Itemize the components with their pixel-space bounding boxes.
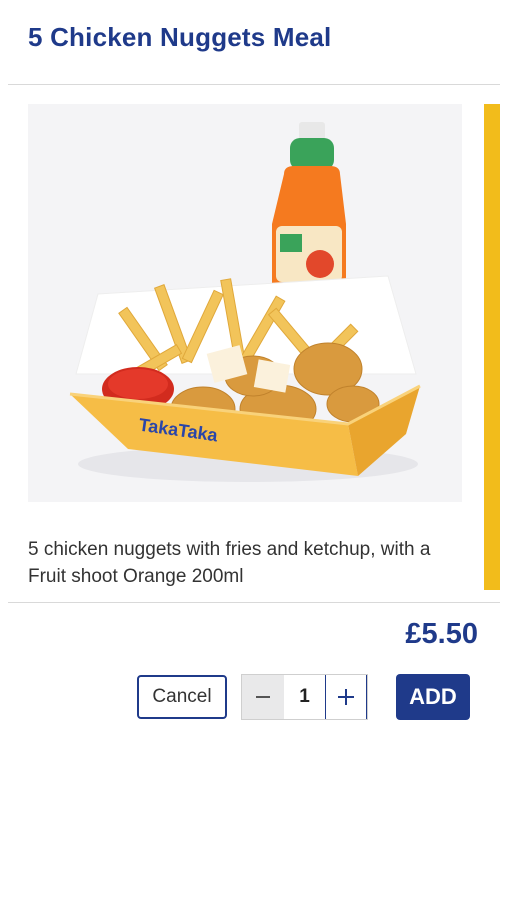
plus-icon	[338, 689, 354, 705]
scroll-indicator[interactable]	[484, 104, 500, 590]
quantity-value: 1	[299, 686, 310, 707]
product-image: TakaTaka	[28, 104, 462, 502]
meal-photo-icon: TakaTaka	[28, 104, 462, 502]
cancel-button[interactable]: Cancel	[137, 675, 227, 719]
header-divider	[8, 84, 500, 85]
minus-icon	[256, 696, 270, 698]
quantity-stepper[interactable]: 1	[241, 674, 368, 720]
product-title: 5 Chicken Nuggets Meal	[28, 22, 332, 52]
product-price: £5.50	[405, 618, 478, 650]
increment-button[interactable]	[325, 675, 367, 719]
add-to-cart-button[interactable]: ADD	[396, 674, 470, 720]
content-divider	[8, 602, 500, 603]
product-description: 5 chicken nuggets with fries and ketchup…	[28, 539, 431, 587]
decrement-button[interactable]	[242, 675, 284, 719]
